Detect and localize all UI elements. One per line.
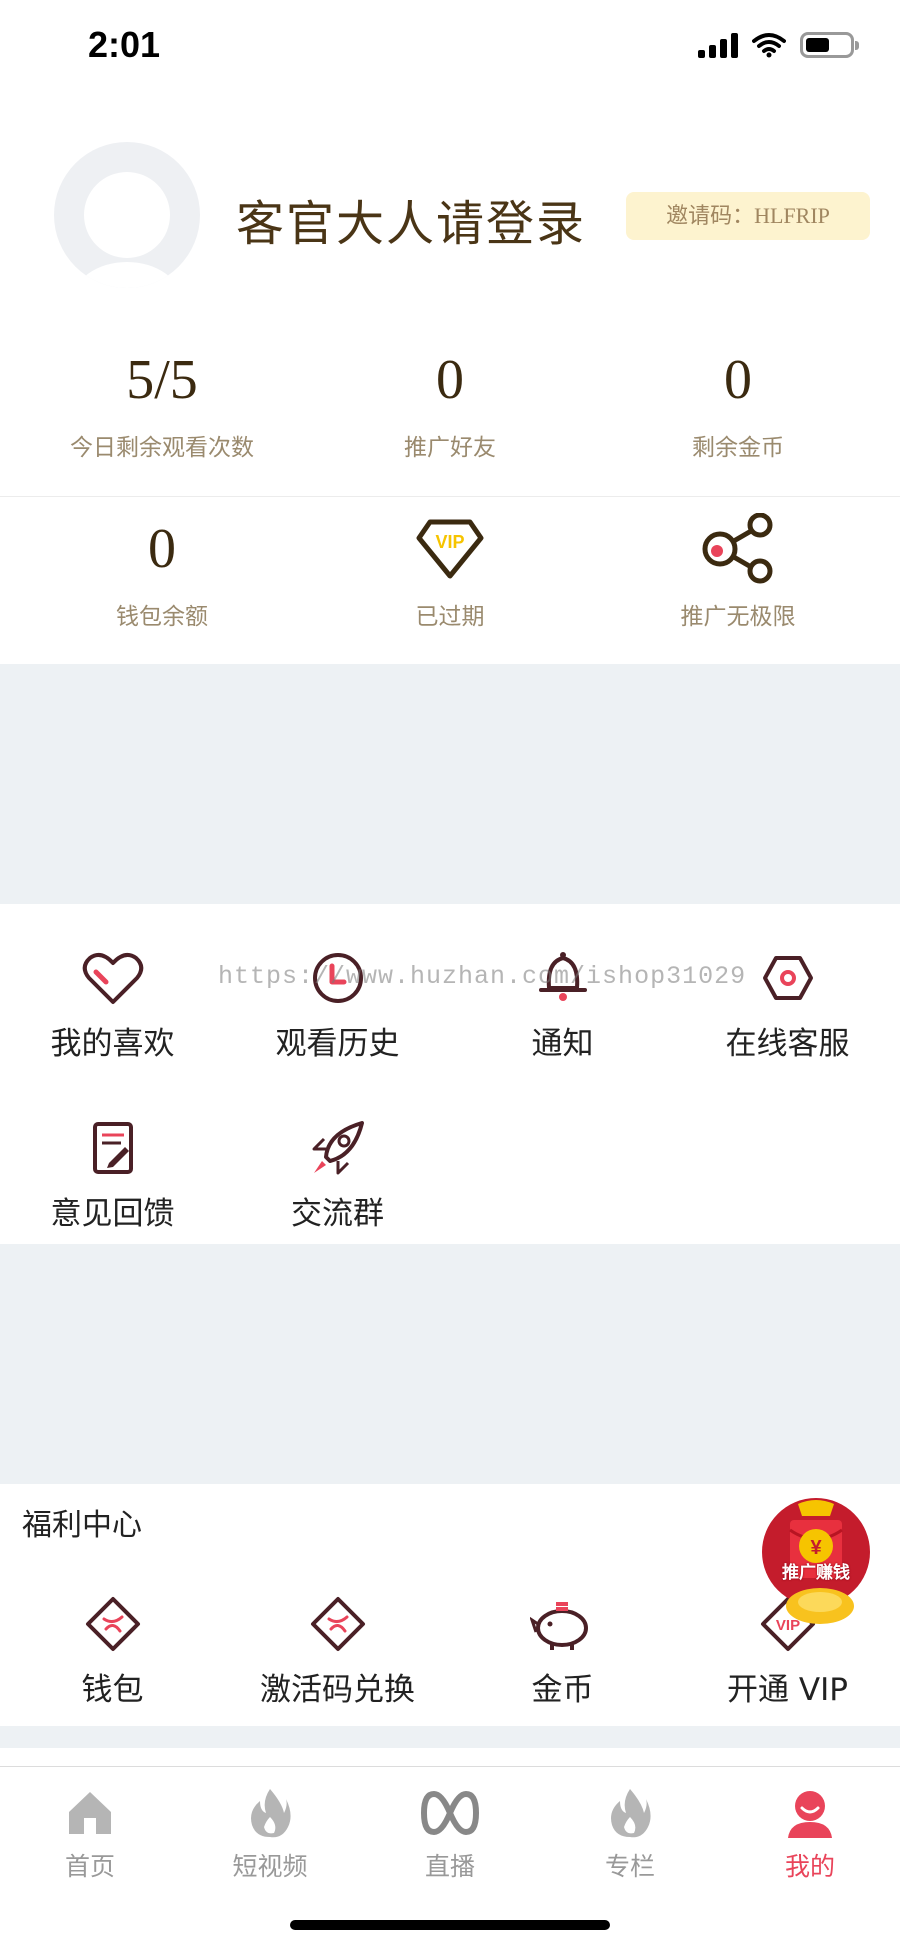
function-menu: 我的喜欢 观看历史 通知 在线客服 意见回馈 交流群 <box>0 904 900 1244</box>
live-icon <box>420 1790 480 1836</box>
login-prompt[interactable]: 客官大人请登录 <box>236 184 586 254</box>
invite-code-badge[interactable]: 邀请码：HLFRIP <box>626 192 870 240</box>
section-divider <box>0 1726 900 1748</box>
status-time: 2:01 <box>88 24 161 65</box>
tab-label: 短视频 <box>232 1852 308 1881</box>
cellular-signal-icon <box>698 32 738 58</box>
menu-label: 观看历史 <box>275 1026 400 1062</box>
stat-value: 5/5 <box>126 349 198 411</box>
user-icon <box>788 1791 832 1838</box>
stat-value: 0 <box>148 518 176 580</box>
stat-label: 剩余金币 <box>692 435 784 461</box>
welfare-label: 激活码兑换 <box>260 1672 415 1708</box>
promo-symbol: ¥ <box>810 1537 822 1559</box>
welfare-title: 福利中心 <box>22 1508 142 1543</box>
welfare-item-coins[interactable]: 金币 <box>450 1558 675 1728</box>
stat-coins-remaining[interactable]: 0 剩余金币 <box>576 328 900 496</box>
rocket-icon <box>312 1121 364 1175</box>
menu-item-favorites[interactable]: 我的喜欢 <box>0 904 225 1074</box>
menu-label: 我的喜欢 <box>50 1026 175 1062</box>
vip-badge-icon: VIP <box>416 519 484 579</box>
stat-vip-status[interactable]: VIP 已过期 <box>324 497 576 664</box>
feedback-icon <box>92 1122 133 1174</box>
status-icons <box>698 32 859 58</box>
tab-label: 直播 <box>424 1852 475 1881</box>
stat-label: 推广好友 <box>404 435 496 461</box>
tab-mine[interactable]: 我的 <box>720 1767 900 1948</box>
piggy-bank-icon <box>529 1602 588 1650</box>
stat-label: 已过期 <box>415 604 485 630</box>
hexagon-icon <box>762 956 813 1000</box>
flame-icon <box>251 1789 291 1838</box>
vip-badge-text: VIP <box>435 532 464 552</box>
stat-views-remaining[interactable]: 5/5 今日剩余观看次数 <box>0 328 324 496</box>
stat-label: 今日剩余观看次数 <box>70 435 254 461</box>
flame-icon <box>611 1789 651 1838</box>
stat-referred-friends[interactable]: 0 推广好友 <box>324 328 576 496</box>
home-icon <box>69 1792 111 1834</box>
home-indicator <box>290 1920 610 1930</box>
stats-row-2: 0 钱包余额 VIP 已过期 推广无极限 <box>0 496 900 664</box>
wifi-icon <box>752 33 786 58</box>
stat-value: 0 <box>724 349 752 411</box>
welfare-label: 金币 <box>531 1672 594 1708</box>
stat-value: 0 <box>436 349 464 411</box>
heart-icon <box>82 952 143 1004</box>
menu-label: 在线客服 <box>725 1026 850 1062</box>
welfare-label: 开通 VIP <box>727 1672 848 1708</box>
promo-badge-label: 推广赚钱 <box>782 1563 850 1583</box>
stat-label: 推广无极限 <box>680 604 796 630</box>
menu-label: 交流群 <box>291 1196 384 1232</box>
activation-code-icon <box>310 1597 365 1651</box>
menu-label: 通知 <box>531 1026 594 1062</box>
promo-earn-badge[interactable]: ¥ 推广赚钱 <box>760 1498 872 1626</box>
status-bar: 2:01 <box>0 0 900 100</box>
stat-promote-unlimited[interactable]: 推广无极限 <box>576 497 900 664</box>
battery-icon <box>800 32 859 58</box>
share-icon <box>702 513 773 584</box>
tab-label: 我的 <box>784 1852 835 1881</box>
welfare-item-wallet[interactable]: 钱包 <box>0 1558 225 1728</box>
tab-label: 首页 <box>64 1852 115 1881</box>
stat-label: 钱包余额 <box>116 604 208 630</box>
profile-header: 客官大人请登录 邀请码：HLFRIP <box>0 100 900 310</box>
tab-label: 专栏 <box>604 1852 655 1881</box>
section-divider <box>0 664 900 904</box>
watermark: https://www.huzhan.com/ishop31029 <box>218 962 747 991</box>
welfare-item-activation-code[interactable]: 激活码兑换 <box>225 1558 450 1728</box>
menu-item-chat-group[interactable]: 交流群 <box>225 1074 450 1244</box>
menu-item-feedback[interactable]: 意见回馈 <box>0 1074 225 1244</box>
wallet-icon <box>85 1597 140 1651</box>
tab-home[interactable]: 首页 <box>0 1767 180 1948</box>
stat-wallet-balance[interactable]: 0 钱包余额 <box>0 497 324 664</box>
avatar[interactable] <box>54 142 200 288</box>
menu-label: 意见回馈 <box>50 1196 175 1232</box>
section-divider <box>0 1244 900 1484</box>
stats-row: 5/5 今日剩余观看次数 0 推广好友 0 剩余金币 <box>0 328 900 496</box>
welfare-label: 钱包 <box>81 1672 144 1708</box>
